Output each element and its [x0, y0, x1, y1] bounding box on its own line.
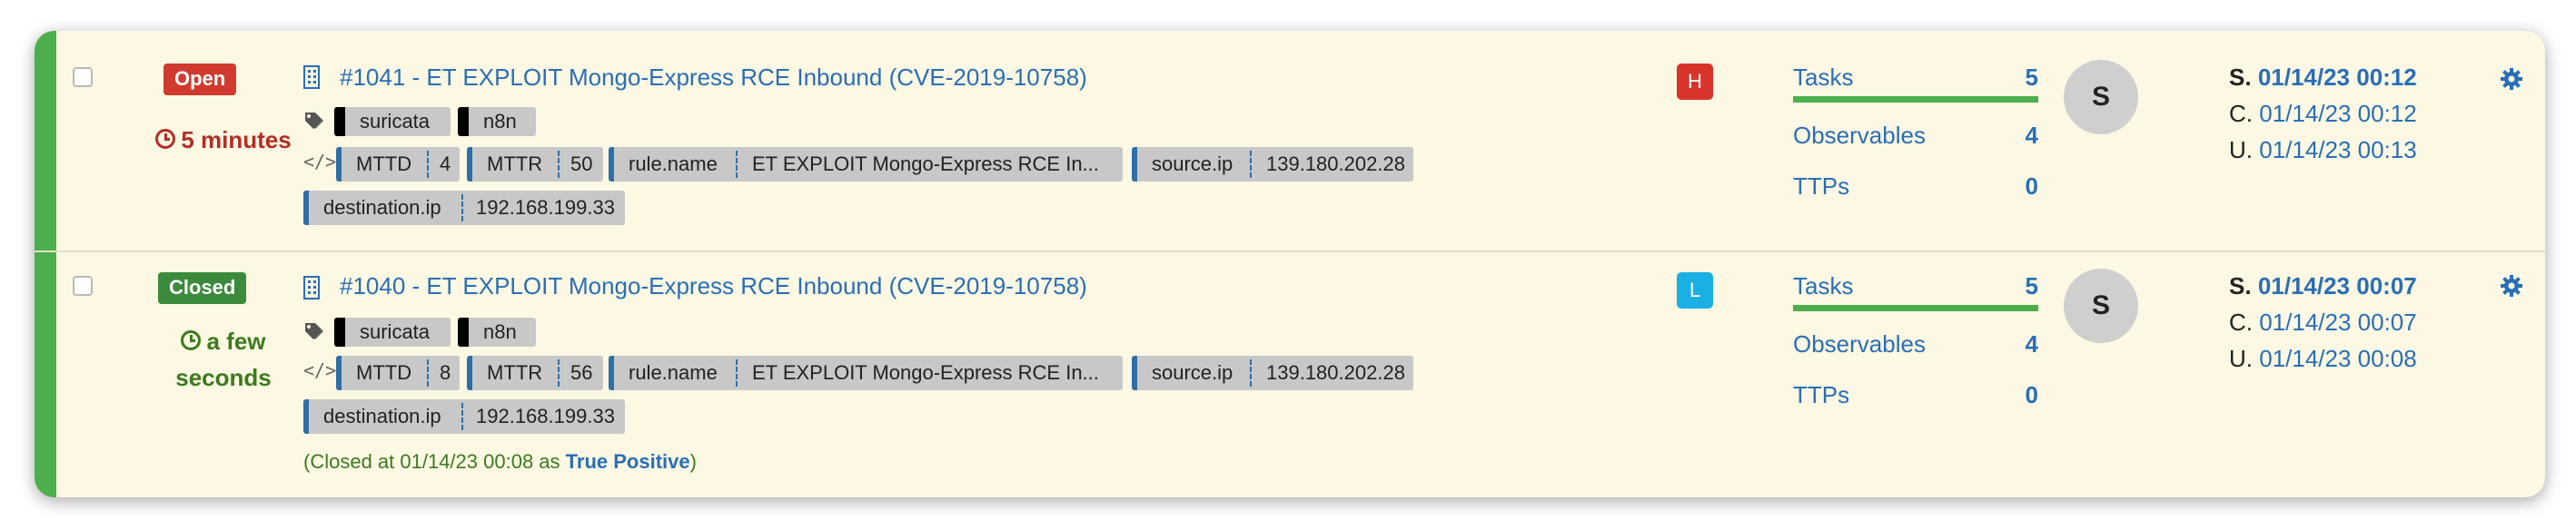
start-date-link[interactable]: 01/14/23 00:07 [2258, 272, 2417, 299]
clock-icon [181, 330, 202, 350]
resolution-status: True Positive [565, 450, 690, 473]
field-key: MTTD [356, 361, 412, 384]
field-mttr: MTTR 50 [467, 147, 603, 182]
tasks-count: 5 [2025, 64, 2038, 91]
field-key: source.ip [1152, 152, 1234, 175]
field-source-ip: source.ip 139.180.202.28 [1132, 356, 1413, 390]
field-mttd: MTTD 8 [336, 356, 460, 390]
status-badge: Closed [158, 272, 247, 304]
observables-count: 4 [2025, 330, 2038, 358]
case-row: Open 5 minutes #1041 - ET EXPLOIT Mongo-… [35, 31, 2545, 250]
case-list: Open 5 minutes #1041 - ET EXPLOIT Mongo-… [35, 31, 2545, 497]
closed-note: (Closed at 01/14/23 00:08 as True Positi… [303, 450, 697, 473]
created-date: C. 01/14/23 00:12 [2229, 100, 2417, 127]
status-stripe [35, 252, 56, 497]
field-key: source.ip [1152, 361, 1234, 384]
field-value: 192.168.199.33 [476, 405, 615, 427]
field-mttr: MTTR 56 [467, 356, 603, 390]
assignee-avatar[interactable]: S [2064, 269, 2138, 343]
tasks-link[interactable]: Tasks [1793, 272, 1853, 300]
code-icon: </> [303, 151, 337, 172]
field-key: MTTR [487, 152, 543, 175]
ttps-count: 0 [2025, 381, 2038, 408]
field-source-ip: source.ip 139.180.202.28 [1132, 147, 1413, 182]
field-mttd: MTTD 4 [336, 147, 460, 182]
field-destination-ip: destination.ip 192.168.199.33 [303, 399, 625, 434]
case-title-link[interactable]: #1041 - ET EXPLOIT Mongo-Express RCE Inb… [340, 64, 1087, 92]
field-value: 8 [440, 361, 451, 384]
case-row: Closed a few seconds #1040 - ET EXPLOIT … [35, 250, 2545, 497]
case-age: 5 minutes [133, 122, 314, 158]
field-key: MTTD [356, 152, 412, 175]
observables-link[interactable]: Observables [1793, 122, 1926, 150]
gear-icon[interactable] [2500, 67, 2523, 91]
tags-icon [305, 323, 323, 339]
tag-n8n[interactable]: n8n [458, 318, 536, 347]
updated-date: U. 01/14/23 00:08 [2229, 345, 2417, 372]
start-date-link[interactable]: 01/14/23 00:12 [2258, 64, 2417, 91]
tag-n8n[interactable]: n8n [458, 107, 536, 136]
tag-suricata[interactable]: suricata [334, 318, 451, 347]
gear-icon[interactable] [2500, 274, 2523, 298]
updated-date: U. 01/14/23 00:13 [2229, 136, 2417, 163]
status-stripe [35, 31, 56, 250]
tasks-count: 5 [2025, 272, 2038, 299]
tasks-link[interactable]: Tasks [1793, 64, 1853, 92]
ttps-count: 0 [2025, 172, 2038, 200]
start-date: S. 01/14/23 00:07 [2229, 272, 2417, 299]
ttps-link[interactable]: TTPs [1793, 381, 1849, 409]
field-value: 139.180.202.28 [1266, 361, 1405, 384]
field-key: rule.name [629, 361, 718, 384]
field-value: 4 [440, 152, 451, 175]
case-age: a few seconds [175, 328, 272, 391]
field-value: 50 [570, 152, 593, 175]
start-date: S. 01/14/23 00:12 [2229, 64, 2417, 91]
field-destination-ip: destination.ip 192.168.199.33 [303, 191, 625, 225]
clock-icon [155, 129, 176, 149]
observables-count: 4 [2025, 122, 2038, 149]
field-key: destination.ip [323, 196, 441, 219]
field-value: 56 [570, 361, 593, 384]
field-value: ET EXPLOIT Mongo-Express RCE In... [752, 361, 1099, 384]
field-key: destination.ip [323, 405, 441, 427]
severity-badge: L [1677, 272, 1713, 309]
field-key: rule.name [629, 152, 718, 175]
created-date: C. 01/14/23 00:07 [2229, 309, 2417, 336]
field-value: 192.168.199.33 [476, 196, 615, 219]
observables-link[interactable]: Observables [1793, 330, 1926, 358]
building-icon [303, 276, 320, 299]
ttps-link[interactable]: TTPs [1793, 172, 1849, 201]
assignee-avatar[interactable]: S [2064, 60, 2138, 134]
field-rule-name: rule.name ET EXPLOIT Mongo-Express RCE I… [609, 356, 1123, 390]
updated-date-link[interactable]: 01/14/23 00:13 [2259, 136, 2417, 163]
field-value: ET EXPLOIT Mongo-Express RCE In... [752, 152, 1099, 175]
severity-badge: H [1677, 64, 1713, 100]
created-date-link[interactable]: 01/14/23 00:07 [2259, 309, 2417, 336]
field-value: 139.180.202.28 [1266, 152, 1405, 175]
status-badge: Open [163, 64, 237, 95]
case-title-link[interactable]: #1040 - ET EXPLOIT Mongo-Express RCE Inb… [340, 272, 1087, 300]
field-key: MTTR [487, 361, 543, 384]
code-icon: </> [303, 359, 337, 381]
tags-icon [305, 113, 323, 129]
select-checkbox[interactable] [73, 67, 93, 87]
updated-date-link[interactable]: 01/14/23 00:08 [2259, 345, 2417, 372]
tag-suricata[interactable]: suricata [334, 107, 451, 136]
created-date-link[interactable]: 01/14/23 00:12 [2259, 100, 2417, 127]
select-checkbox[interactable] [73, 276, 93, 296]
field-rule-name: rule.name ET EXPLOIT Mongo-Express RCE I… [609, 147, 1123, 182]
tasks-progress-bar [1793, 305, 2038, 311]
tasks-progress-bar [1793, 96, 2038, 103]
building-icon [303, 65, 320, 89]
age-text: 5 minutes [181, 126, 292, 153]
